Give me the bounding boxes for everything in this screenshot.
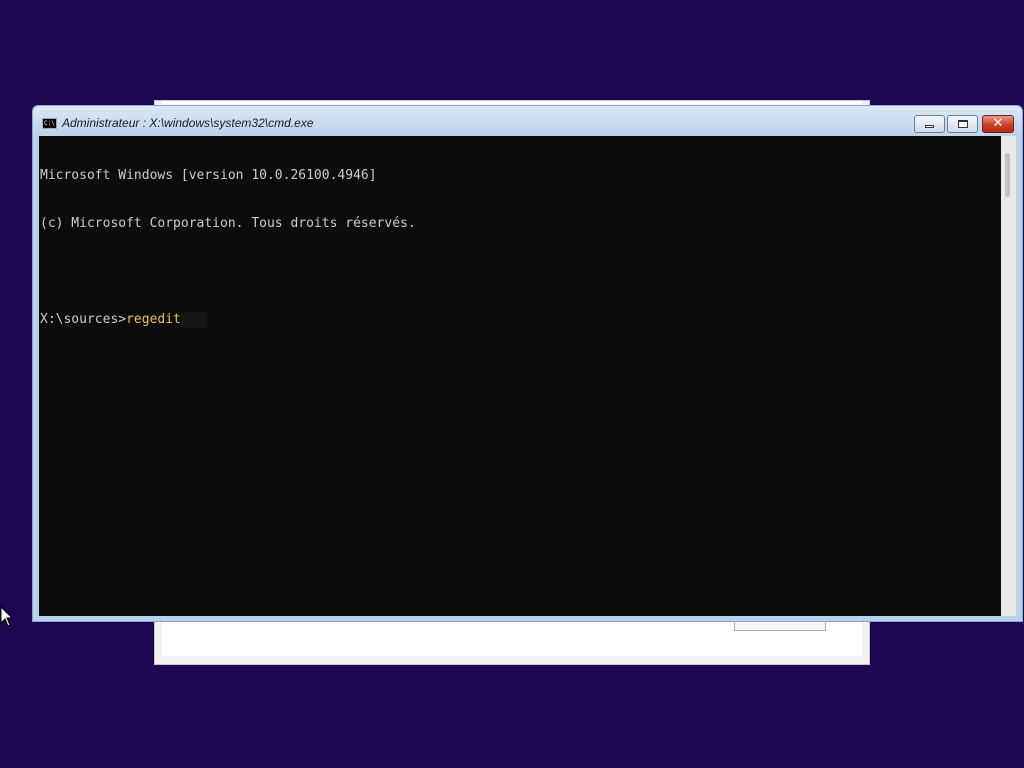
close-icon: ✕ — [992, 116, 1004, 131]
console-output[interactable]: Microsoft Windows [version 10.0.26100.49… — [39, 136, 1001, 616]
console-line: (c) Microsoft Corporation. Tous droits r… — [40, 216, 416, 231]
console-line: Microsoft Windows [version 10.0.26100.49… — [40, 168, 377, 183]
cmd-icon: C:\ — [42, 118, 57, 129]
minimize-icon — [925, 124, 934, 128]
text-cursor — [180, 312, 207, 328]
close-button[interactable]: ✕ — [982, 115, 1014, 133]
scrollbar-thumb[interactable] — [1005, 153, 1010, 197]
prompt-path: X:\sources> — [40, 312, 127, 327]
title-bar[interactable]: C:\ Administrateur : X:\windows\system32… — [33, 106, 1022, 136]
typed-command: regedit — [126, 312, 181, 327]
window-title: Administrateur : X:\windows\system32\cmd… — [62, 116, 314, 130]
vertical-scrollbar[interactable] — [1001, 136, 1016, 616]
prompt-line[interactable]: X:\sources>regedit — [40, 312, 1001, 328]
command-prompt-window: C:\ Administrateur : X:\windows\system32… — [32, 105, 1023, 622]
maximize-icon — [957, 120, 968, 128]
maximize-button[interactable] — [947, 115, 978, 133]
mouse-pointer-icon — [0, 606, 14, 627]
minimize-button[interactable] — [914, 115, 945, 133]
